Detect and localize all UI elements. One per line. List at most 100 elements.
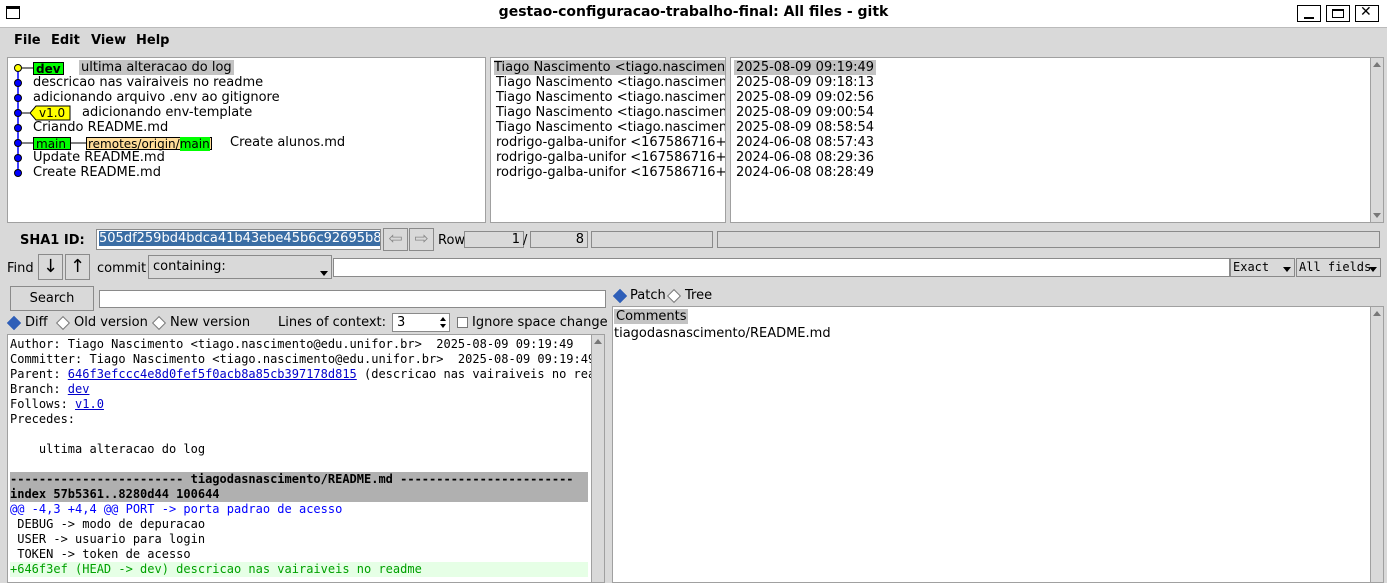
new-version-label[interactable]: New version xyxy=(170,315,250,330)
search-input[interactable] xyxy=(99,290,606,308)
back-button[interactable]: ⇦ xyxy=(383,228,408,251)
spin-up-icon[interactable] xyxy=(440,317,446,321)
menu-file[interactable]: File xyxy=(14,33,41,48)
commit-node-head[interactable] xyxy=(14,64,22,72)
commit-author[interactable]: Tiago Nascimento <tiago.nascimento@edu.u… xyxy=(496,75,725,90)
commit-message[interactable]: Update README.md xyxy=(33,150,165,165)
tree-radio[interactable] xyxy=(666,288,682,304)
date-pane[interactable]: 2025-08-09 09:19:49 2025-08-09 09:18:13 … xyxy=(730,57,1384,223)
commit-node[interactable] xyxy=(14,109,22,117)
match-type-value: Exact xyxy=(1233,260,1270,274)
menu-bar: File Edit View Help xyxy=(8,28,1384,54)
menu-help[interactable]: Help xyxy=(136,33,169,48)
commit-author[interactable]: rodrigo-galba-unifor <167586716+rodrigo-… xyxy=(496,165,725,180)
commit-graph-pane[interactable]: dev ultima alteracao do log descricao na… xyxy=(7,57,486,223)
file-list-pane[interactable]: Comments tiagodasnascimento/README.md xyxy=(612,306,1384,583)
committer-line: Committer: Tiago Nascimento <tiago.nasci… xyxy=(10,352,596,366)
commit-message[interactable]: adicionando arquivo .env ao gitignore xyxy=(33,90,280,105)
file-item[interactable]: tiagodasnascimento/README.md xyxy=(614,326,831,341)
commit-author[interactable]: Tiago Nascimento <tiago.nascimento@edu.u… xyxy=(496,120,725,135)
minimize-button[interactable] xyxy=(1297,5,1321,22)
remote-branch-tag[interactable]: remotes/origin/main xyxy=(86,137,212,151)
context-line: TOKEN -> token de acesso xyxy=(10,547,191,561)
arrow-up-icon: ↑ xyxy=(69,256,86,277)
follows-link[interactable]: v1.0 xyxy=(75,397,104,411)
ignore-space-label[interactable]: Ignore space change xyxy=(472,315,608,330)
forward-button[interactable]: ⇨ xyxy=(409,228,434,251)
commit-message[interactable]: ultima alteracao do log xyxy=(79,60,234,75)
commit-node[interactable] xyxy=(14,154,22,162)
commit-date[interactable]: 2025-08-09 09:18:13 xyxy=(736,75,874,90)
commit-message[interactable]: Create alunos.md xyxy=(230,135,345,150)
match-type-dropdown[interactable]: Exact xyxy=(1230,258,1295,277)
commit-date[interactable]: 2024-06-08 08:57:43 xyxy=(736,135,874,150)
commit-message[interactable]: Create README.md xyxy=(33,165,161,180)
branch-tag-main[interactable]: main xyxy=(33,137,71,150)
find-next-button[interactable]: ↓ xyxy=(38,254,63,280)
fields-dropdown[interactable]: All fields xyxy=(1296,258,1381,277)
new-version-radio[interactable] xyxy=(151,315,167,331)
sha1-field[interactable]: 505df259bd4bdca41b43ebe45b6c92695b8a9a21 xyxy=(96,229,381,250)
commit-author[interactable]: Tiago Nascimento <tiago.nascimento@edu.u… xyxy=(496,90,725,105)
arrow-left-icon: ⇦ xyxy=(388,229,403,249)
context-spinbox[interactable]: 3 xyxy=(392,313,450,332)
commit-date[interactable]: 2024-06-08 08:29:36 xyxy=(736,150,874,165)
menu-view[interactable]: View xyxy=(91,33,126,48)
commit-node[interactable] xyxy=(14,169,22,177)
file-header: ------------------------ tiagodasnascime… xyxy=(10,472,588,487)
branch-label: Branch: xyxy=(10,382,68,396)
close-button[interactable]: ✕ xyxy=(1355,4,1379,22)
tree-label[interactable]: Tree xyxy=(685,288,712,303)
diff-label[interactable]: Diff xyxy=(25,315,48,330)
parent-line: Parent: 646f3efccc4e8d0fef5f0acb8a85cb39… xyxy=(10,367,604,382)
commit-date[interactable]: 2025-08-09 09:00:54 xyxy=(736,105,874,120)
file-list-scrollbar[interactable] xyxy=(1370,307,1383,582)
commit-node[interactable] xyxy=(14,94,22,102)
commit-list-scrollbar[interactable] xyxy=(1370,58,1383,222)
spin-down-icon[interactable] xyxy=(440,324,446,328)
commit-date[interactable]: 2025-08-09 08:58:54 xyxy=(736,120,874,135)
commit-message[interactable]: descricao nas vairaiveis no readme xyxy=(33,75,263,90)
commit-message[interactable]: Criando README.md xyxy=(33,120,168,135)
ignore-space-checkbox[interactable] xyxy=(457,317,468,328)
menu-edit[interactable]: Edit xyxy=(51,33,80,48)
search-button[interactable]: Search xyxy=(10,286,94,311)
commit-details-pane[interactable]: Author: Tiago Nascimento <tiago.nascimen… xyxy=(7,334,605,583)
context-value: 3 xyxy=(397,315,406,330)
sha1-label: SHA1 ID: xyxy=(20,233,85,248)
commit-author[interactable]: rodrigo-galba-unifor <167586716+rodrigo-… xyxy=(496,150,725,165)
find-mode-dropdown[interactable]: containing: xyxy=(148,255,332,279)
tag-text-v10: v1.0 xyxy=(39,106,66,120)
details-scrollbar[interactable] xyxy=(591,335,604,582)
patch-label[interactable]: Patch xyxy=(630,288,666,303)
chevron-down-icon xyxy=(1283,267,1291,272)
commit-date[interactable]: 2024-06-08 08:28:49 xyxy=(736,165,874,180)
author-pane[interactable]: Tiago Nascimento <tiago.nascimento@edu.u… xyxy=(490,57,726,223)
find-commit-label: commit xyxy=(97,261,147,276)
commit-message[interactable]: adicionando env-template xyxy=(82,105,252,120)
follows-line: Follows: v1.0 xyxy=(10,397,104,412)
row-current: 1 xyxy=(464,231,524,248)
maximize-button[interactable] xyxy=(1326,5,1350,22)
find-input[interactable] xyxy=(333,258,1230,277)
commit-author[interactable]: Tiago Nascimento <tiago.nascimento@edu.u… xyxy=(494,60,725,75)
scroll-down-icon xyxy=(1373,213,1381,218)
commit-node[interactable] xyxy=(14,139,22,147)
close-icon: ✕ xyxy=(1360,4,1372,20)
diff-radio[interactable] xyxy=(6,315,22,331)
commit-node[interactable] xyxy=(14,124,22,132)
commit-node[interactable] xyxy=(14,79,22,87)
branch-tag-dev[interactable]: dev xyxy=(33,62,64,75)
patch-radio[interactable] xyxy=(612,288,628,304)
commit-author[interactable]: rodrigo-galba-unifor <167586716+rodrigo-… xyxy=(496,135,725,150)
branch-link[interactable]: dev xyxy=(68,382,90,396)
old-version-label[interactable]: Old version xyxy=(74,315,148,330)
commit-date[interactable]: 2025-08-09 09:19:49 xyxy=(734,60,877,75)
find-prev-button[interactable]: ↑ xyxy=(65,254,90,280)
comments-item[interactable]: Comments xyxy=(614,309,689,324)
commit-author[interactable]: Tiago Nascimento <tiago.nascimento@edu.u… xyxy=(496,105,725,120)
old-version-radio[interactable] xyxy=(55,315,71,331)
parent-hash-link[interactable]: 646f3efccc4e8d0fef5f0acb8a85cb397178d815 xyxy=(68,367,357,381)
commit-date[interactable]: 2025-08-09 09:02:56 xyxy=(736,90,874,105)
branch-line: Branch: dev xyxy=(10,382,89,397)
